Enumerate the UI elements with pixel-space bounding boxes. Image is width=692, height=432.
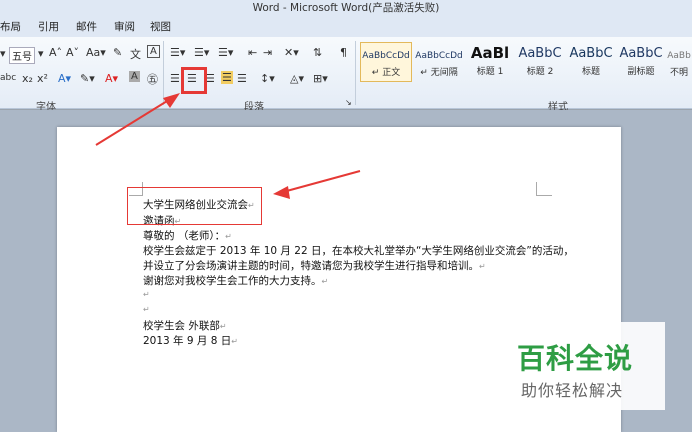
window-title: Word - Microsoft Word(产品激活失败) xyxy=(0,0,692,17)
doc-line[interactable]: 并设立了分会场演讲主题的时间，特邀请您为我校学生进行指导和培训。↵ xyxy=(143,258,486,273)
tab-view[interactable]: 视图 xyxy=(150,19,171,34)
ribbon: ▾ 五号 ▾ A˄ A˅ Aa▾ ✎ 文 A abc x₂ x² A▾ ✎▾ A… xyxy=(0,37,692,113)
center-align-highlight xyxy=(181,67,207,94)
clear-format-icon[interactable]: ✎ xyxy=(113,46,122,59)
watermark-title: 百科全说 xyxy=(517,342,634,375)
style-title[interactable]: AaBbC 标题 xyxy=(566,42,616,82)
style-normal[interactable]: AaBbCcDd ↵ 正文 xyxy=(360,42,412,82)
style-more[interactable]: AaBb 不明 xyxy=(666,42,692,82)
line-spacing-icon[interactable]: ↕▾ xyxy=(260,72,275,85)
show-formatting-icon[interactable]: ¶ xyxy=(340,46,347,59)
phonetic-guide-icon[interactable]: 文 xyxy=(130,46,141,62)
style-no-spacing[interactable]: AaBbCcDd ↵ 无间隔 xyxy=(413,42,465,82)
multilevel-list-icon[interactable]: ☰▾ xyxy=(218,46,233,59)
style-subtitle[interactable]: AaBbC 副标题 xyxy=(617,42,665,82)
paragraph-mark-icon: ↵ xyxy=(225,232,232,241)
doc-line[interactable]: 谢谢您对我校学生会工作的大力支持。↵ xyxy=(143,273,328,288)
tab-mailings[interactable]: 邮件 xyxy=(76,19,97,34)
doc-line[interactable]: ↵ xyxy=(143,303,150,315)
font-color-icon[interactable]: A▾ xyxy=(105,72,118,85)
text-effects-icon[interactable]: A▾ xyxy=(58,72,71,85)
character-shading-icon[interactable]: A xyxy=(129,71,140,82)
margin-corner-mark xyxy=(536,182,552,196)
align-left-icon[interactable]: ☰ xyxy=(170,72,180,85)
tab-references[interactable]: 引用 xyxy=(38,19,59,34)
superscript-icon[interactable]: x² xyxy=(37,72,48,85)
style-heading-1[interactable]: AaBl 标题 1 xyxy=(466,42,514,82)
enclose-character-icon[interactable]: ㊄ xyxy=(147,71,158,87)
change-case-icon[interactable]: Aa▾ xyxy=(86,46,106,59)
watermark-subtitle: 助你轻松解决 xyxy=(521,381,624,400)
tab-review[interactable]: 审阅 xyxy=(114,19,135,34)
increase-indent-icon[interactable]: ⇥ xyxy=(263,46,272,59)
paragraph-mark-icon: ↵ xyxy=(479,262,486,271)
dialog-launcher-icon[interactable]: ↘ xyxy=(345,98,352,107)
borders-icon[interactable]: ⊞▾ xyxy=(313,72,328,85)
dropdown-arrow-icon[interactable]: ▾ xyxy=(38,47,44,60)
group-divider xyxy=(163,41,164,105)
paragraph-mark-icon: ↵ xyxy=(231,337,238,346)
doc-line[interactable]: 校学生会兹定于 2013 年 10 月 22 日，在本校大礼堂举办“大学生网络创… xyxy=(143,243,574,258)
font-size-select[interactable]: 五号 xyxy=(9,47,35,64)
chinese-layout-icon[interactable]: ✕▾ xyxy=(284,46,299,59)
paragraph-mark-icon: ↵ xyxy=(321,277,329,286)
highlight-color-icon[interactable]: ✎▾ xyxy=(80,72,95,85)
doc-line[interactable]: 尊敬的 （老师）：↵ xyxy=(143,228,232,243)
group-divider xyxy=(355,41,356,105)
doc-line[interactable]: 校学生会 外联部↵ xyxy=(143,318,227,333)
paragraph-mark-icon: ↵ xyxy=(143,305,150,314)
bullets-icon[interactable]: ☰▾ xyxy=(170,46,185,59)
shading-icon[interactable]: ◬▾ xyxy=(290,72,304,85)
numbering-icon[interactable]: ☰▾ xyxy=(194,46,209,59)
paragraph-mark-icon: ↵ xyxy=(219,322,227,331)
grow-font-icon[interactable]: A˄ xyxy=(49,46,62,59)
distributed-icon[interactable]: ☰ xyxy=(237,72,247,85)
sort-icon[interactable]: ⇅ xyxy=(313,46,322,59)
tab-layout[interactable]: 布局 xyxy=(0,19,21,34)
doc-line[interactable]: 2013 年 9 月 8 日↵ xyxy=(143,333,238,348)
menu-bar: 布局 引用 邮件 审阅 视图 xyxy=(0,17,692,37)
decrease-indent-icon[interactable]: ⇤ xyxy=(248,46,257,59)
shrink-font-icon[interactable]: A˅ xyxy=(66,46,79,59)
justify-icon[interactable]: ☰ xyxy=(221,71,233,84)
selection-highlight xyxy=(127,187,262,225)
doc-line[interactable]: ↵ xyxy=(143,288,150,300)
subscript-icon[interactable]: x₂ xyxy=(22,72,33,85)
dropdown-arrow-icon[interactable]: ▾ xyxy=(0,47,6,60)
paragraph-mark-icon: ↵ xyxy=(143,290,150,299)
style-heading-2[interactable]: AaBbC 标题 2 xyxy=(515,42,565,82)
strikethrough-icon[interactable]: abc xyxy=(0,73,16,83)
character-border-icon[interactable]: A xyxy=(147,45,160,58)
